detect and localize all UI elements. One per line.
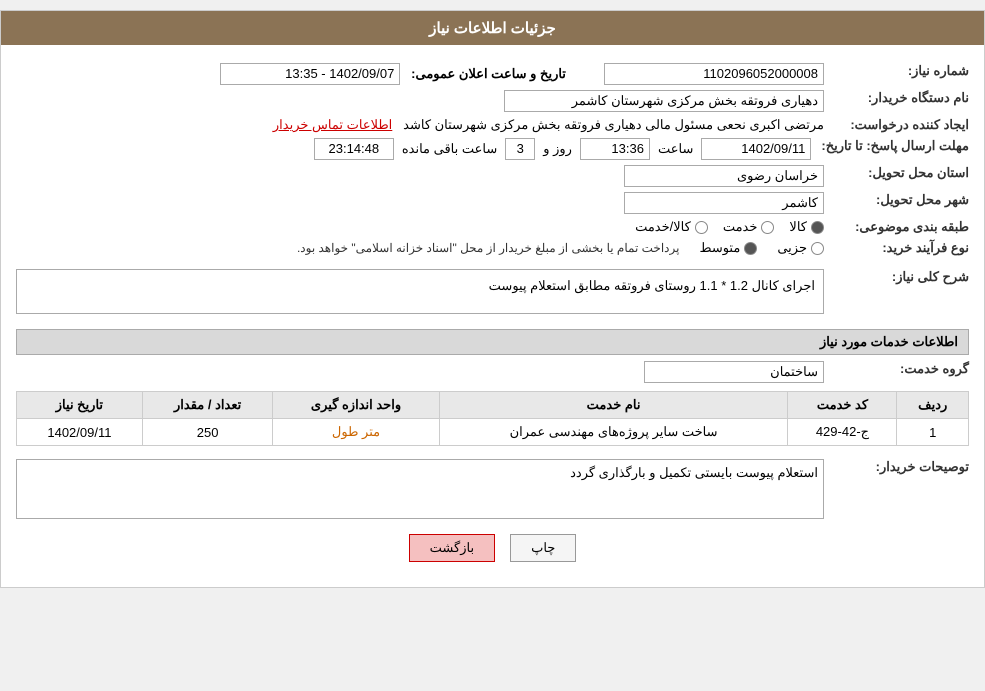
- deadline-days-box: 3: [505, 138, 535, 160]
- buyer-org-value: دهیاری فروتقه بخش مرکزی شهرستان کاشمر: [16, 90, 824, 112]
- buyer-org-label: نام دستگاه خریدار:: [824, 90, 969, 106]
- col-row: ردیف: [897, 392, 969, 419]
- category-kala-radio: [811, 221, 824, 234]
- header-bar: جزئیات اطلاعات نیاز: [1, 11, 984, 45]
- purchase-type-desc: پرداخت تمام یا بخشی از مبلغ خریدار از مح…: [297, 241, 680, 255]
- cell-code: ج-42-429: [788, 419, 897, 446]
- category-kala[interactable]: کالا: [789, 219, 824, 235]
- deadline-time-label: ساعت: [658, 141, 693, 157]
- city-box: کاشمر: [624, 192, 824, 214]
- table-row: 1 ج-42-429 ساخت سایر پروژه‌های مهندسی عم…: [17, 419, 969, 446]
- province-box: خراسان رضوی: [624, 165, 824, 187]
- back-button[interactable]: بازگشت: [409, 534, 495, 562]
- category-kala-khedmat-label: کالا/خدمت: [635, 219, 691, 235]
- cell-quantity: 250: [142, 419, 273, 446]
- purchase-motovaset-label: متوسط: [699, 240, 740, 256]
- page-wrapper: جزئیات اطلاعات نیاز شماره نیاز: 11020960…: [0, 10, 985, 588]
- services-table: ردیف کد خدمت نام خدمت واحد اندازه گیری ت…: [16, 391, 969, 446]
- category-kala-khedmat-radio: [695, 221, 708, 234]
- category-kala-label: کالا: [789, 219, 807, 235]
- buyer-notes-box: استعلام پیوست بایستی تکمیل و بارگذاری گر…: [16, 459, 824, 519]
- city-row: شهر محل تحویل: کاشمر: [16, 192, 969, 214]
- need-number-box: 1102096052000008: [604, 63, 824, 85]
- buyer-org-box: دهیاری فروتقه بخش مرکزی شهرستان کاشمر: [504, 90, 824, 112]
- need-desc-value: اجرای کانال 1.2 * 1.1 روستای فروتقه مطاب…: [16, 264, 824, 319]
- deadline-date-box: 1402/09/11: [701, 138, 811, 160]
- buyer-notes-row: توصیحات خریدار: استعلام پیوست بایستی تکم…: [16, 454, 969, 519]
- purchase-jozi[interactable]: جزیی: [777, 240, 824, 256]
- deadline-remaining-box: 23:14:48: [314, 138, 394, 160]
- col-name: نام خدمت: [439, 392, 788, 419]
- cell-row: 1: [897, 419, 969, 446]
- purchase-type-row: نوع فرآیند خرید: جزیی متوسط پرداخت تمام …: [16, 240, 969, 256]
- city-value: کاشمر: [16, 192, 824, 214]
- creator-label: ایجاد کننده درخواست:: [824, 117, 969, 133]
- deadline-row: مهلت ارسال پاسخ: تا تاریخ: 1402/09/11 سا…: [16, 138, 969, 160]
- buyer-notes-label: توصیحات خریدار:: [824, 454, 969, 475]
- print-button[interactable]: چاپ: [510, 534, 576, 562]
- service-group-label: گروه خدمت:: [824, 361, 969, 377]
- header-title: جزئیات اطلاعات نیاز: [429, 20, 556, 37]
- need-number-row: شماره نیاز: 1102096052000008 تاریخ و ساع…: [16, 63, 969, 85]
- need-number-value: 1102096052000008 تاریخ و ساعت اعلان عموم…: [16, 63, 824, 85]
- deadline-label: مهلت ارسال پاسخ: تا تاریخ:: [811, 138, 969, 154]
- creator-text: مرتضی اکبری نحعی مسئول مالی دهیاری فروتق…: [403, 117, 824, 132]
- purchase-type-value: جزیی متوسط پرداخت تمام یا بخشی از مبلغ خ…: [16, 240, 824, 256]
- col-date: تاریخ نیاز: [17, 392, 143, 419]
- purchase-jozi-label: جزیی: [777, 240, 807, 256]
- deadline-remaining-label: ساعت باقی مانده: [402, 141, 497, 157]
- buttons-row: چاپ بازگشت: [16, 519, 969, 577]
- buyer-notes-value: استعلام پیوست بایستی تکمیل و بارگذاری گر…: [16, 454, 824, 519]
- deadline-time-box: 13:36: [580, 138, 650, 160]
- province-label: استان محل تحویل:: [824, 165, 969, 181]
- province-row: استان محل تحویل: خراسان رضوی: [16, 165, 969, 187]
- creator-value: مرتضی اکبری نحعی مسئول مالی دهیاری فروتق…: [16, 117, 824, 133]
- category-khedmat[interactable]: خدمت: [723, 219, 775, 235]
- need-desc-label: شرح کلی نیاز:: [824, 264, 969, 285]
- purchase-jozi-radio: [811, 242, 824, 255]
- service-group-box: ساختمان: [644, 361, 824, 383]
- deadline-value: 1402/09/11 ساعت 13:36 روز و 3 ساعت باقی …: [16, 138, 811, 160]
- contact-link[interactable]: اطلاعات تماس خریدار: [273, 117, 392, 132]
- service-group-row: گروه خدمت: ساختمان: [16, 361, 969, 383]
- province-value: خراسان رضوی: [16, 165, 824, 187]
- cell-unit: متر طول: [273, 419, 439, 446]
- col-unit: واحد اندازه گیری: [273, 392, 439, 419]
- need-number-label: شماره نیاز:: [824, 63, 969, 79]
- need-desc-box: اجرای کانال 1.2 * 1.1 روستای فروتقه مطاب…: [16, 269, 824, 314]
- category-label: طبقه بندی موضوعی:: [824, 219, 969, 235]
- need-desc-row: شرح کلی نیاز: اجرای کانال 1.2 * 1.1 روست…: [16, 264, 969, 319]
- purchase-motovaset-radio: [744, 242, 757, 255]
- category-kala-khedmat[interactable]: کالا/خدمت: [635, 219, 708, 235]
- col-quantity: تعداد / مقدار: [142, 392, 273, 419]
- purchase-type-label: نوع فرآیند خرید:: [824, 240, 969, 256]
- col-code: کد خدمت: [788, 392, 897, 419]
- cell-date: 1402/09/11: [17, 419, 143, 446]
- purchase-motovaset[interactable]: متوسط: [699, 240, 757, 256]
- category-options: کالا خدمت کالا/خدمت: [16, 219, 824, 235]
- services-section-title: اطلاعات خدمات مورد نیاز: [16, 329, 969, 355]
- deadline-day-label: روز و: [543, 141, 572, 157]
- city-label: شهر محل تحویل:: [824, 192, 969, 208]
- announcement-value: 1402/09/07 - 13:35: [220, 63, 400, 85]
- category-khedmat-radio: [761, 221, 774, 234]
- category-row: طبقه بندی موضوعی: کالا خدمت کالا/خدمت: [16, 219, 969, 235]
- category-khedmat-label: خدمت: [723, 219, 758, 235]
- announcement-label: تاریخ و ساعت اعلان عمومی:: [411, 66, 566, 81]
- buyer-org-row: نام دستگاه خریدار: دهیاری فروتقه بخش مرک…: [16, 90, 969, 112]
- content: شماره نیاز: 1102096052000008 تاریخ و ساع…: [1, 45, 984, 587]
- creator-row: ایجاد کننده درخواست: مرتضی اکبری نحعی مس…: [16, 117, 969, 133]
- service-group-value: ساختمان: [16, 361, 824, 383]
- cell-name: ساخت سایر پروژه‌های مهندسی عمران: [439, 419, 788, 446]
